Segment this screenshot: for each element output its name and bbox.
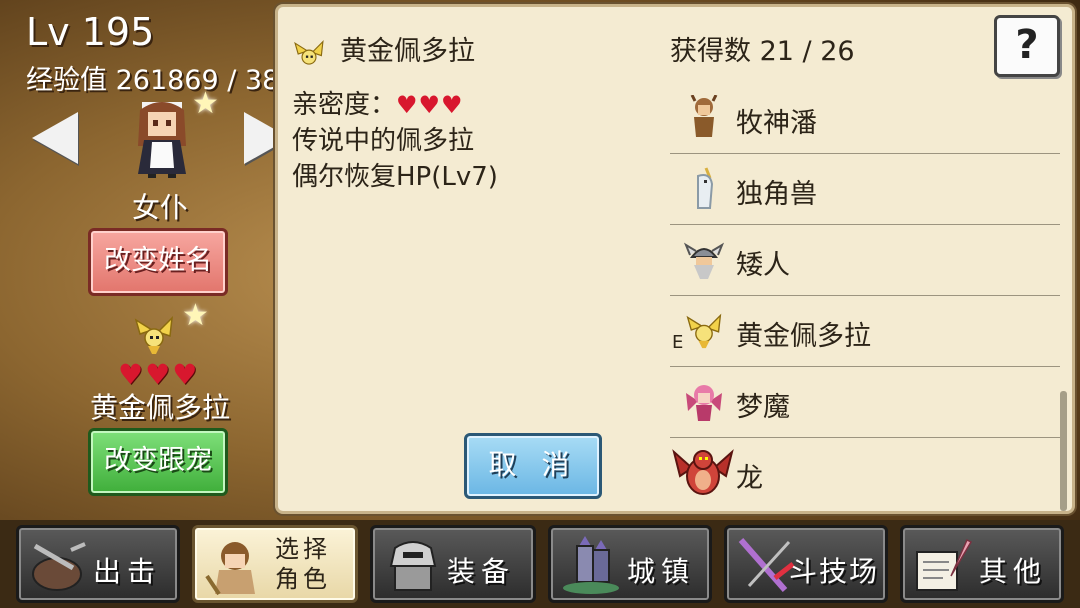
pot-icon (32, 542, 86, 591)
help-button[interactable]: ? (994, 15, 1060, 77)
change-pet-button[interactable]: 改变跟宠 (88, 428, 228, 496)
selected-pet-title: 黄金佩多拉 (340, 36, 475, 67)
pet-name: 黄金佩多拉 (89, 391, 230, 424)
nav-select-character-label: 选择角色 (275, 535, 331, 593)
exp-label: 经验值 261869 / 38 (26, 65, 276, 96)
bottom-nav: 出击 选择角色 装备 城镇 斗技场 其他 (0, 520, 1080, 608)
succubus-icon (686, 385, 722, 421)
maid-character-sprite (138, 102, 186, 178)
castle-icon (563, 536, 619, 594)
pet-list[interactable]: 牧神潘 独角兽 矮人 E 黄金佩多拉 梦魔 龙 (670, 83, 1060, 509)
pet-name: 梦魔 (736, 392, 790, 423)
dwarf-icon (684, 242, 724, 279)
pet-name: 龙 (736, 463, 763, 494)
scroll-quill-icon (916, 538, 973, 591)
pet-name: 独角兽 (736, 179, 817, 210)
pet-name: 矮人 (736, 250, 790, 281)
pet-list-item[interactable]: 独角兽 (670, 154, 1060, 225)
character-icon (205, 542, 255, 596)
equipped-mark: E (672, 332, 684, 353)
pet-list-scrollbar[interactable] (1060, 391, 1067, 511)
pet-name: 黄金佩多拉 (736, 321, 871, 352)
nav-select-character-button[interactable]: 选择角色 (192, 525, 358, 603)
pet-list-item[interactable]: 龙 (670, 438, 1060, 509)
nav-attack-button[interactable]: 出击 (16, 525, 180, 603)
nav-equipment-label: 装备 (447, 555, 516, 588)
nav-town-button[interactable]: 城镇 (548, 525, 712, 603)
affinity-hearts: ♥♥♥ (396, 91, 464, 119)
star-icon: ★ (192, 86, 219, 121)
golden-fairy-icon (686, 313, 722, 349)
dragon-icon (672, 449, 734, 495)
description-line: 偶尔恢复HP(Lv7) (292, 162, 498, 192)
star-icon: ★ (182, 298, 209, 333)
character-panel: Lv 195 经验值 261869 / 38 ★ 女仆 改变姓名 ★ ♥♥♥ 黄… (0, 0, 290, 520)
affinity-label: 亲密度： (292, 90, 397, 120)
golden-fairy-icon (134, 315, 173, 354)
unicorn-icon (697, 167, 714, 209)
pet-list-item[interactable]: 矮人 (670, 225, 1060, 296)
prev-character-arrow-icon[interactable] (32, 112, 78, 164)
pet-select-dialog: 黄金佩多拉 获得数 21 / 26 ? 亲密度：♥♥♥ 传说中的佩多拉 偶尔恢复… (275, 4, 1075, 514)
level-label: Lv 195 (26, 10, 155, 54)
golden-fairy-icon (294, 40, 324, 65)
affinity-line: 亲密度：♥♥♥ (292, 87, 498, 123)
nav-other-label: 其他 (979, 555, 1048, 588)
nav-equipment-button[interactable]: 装备 (370, 525, 536, 603)
satyr-icon (690, 95, 718, 137)
pet-list-item[interactable]: E 黄金佩多拉 (670, 296, 1060, 367)
obtained-count: 获得数 21 / 26 (670, 36, 855, 67)
character-name: 女仆 (131, 191, 188, 224)
nav-town-label: 城镇 (627, 555, 696, 588)
pet-name: 牧神潘 (736, 108, 817, 139)
cancel-button[interactable]: 取 消 (464, 433, 602, 499)
pet-description: 亲密度：♥♥♥ 传说中的佩多拉 偶尔恢复HP(Lv7) (292, 87, 498, 195)
rename-button[interactable]: 改变姓名 (88, 228, 228, 296)
pet-list-item[interactable]: 牧神潘 (670, 83, 1060, 154)
nav-arena-button[interactable]: 斗技场 (724, 525, 888, 603)
pet-list-item[interactable]: 梦魔 (670, 367, 1060, 438)
description-line: 传说中的佩多拉 (292, 126, 475, 156)
nav-attack-label: 出击 (93, 555, 162, 588)
armor-icon (389, 541, 437, 591)
nav-other-button[interactable]: 其他 (900, 525, 1064, 603)
nav-arena-label: 斗技场 (789, 555, 880, 588)
